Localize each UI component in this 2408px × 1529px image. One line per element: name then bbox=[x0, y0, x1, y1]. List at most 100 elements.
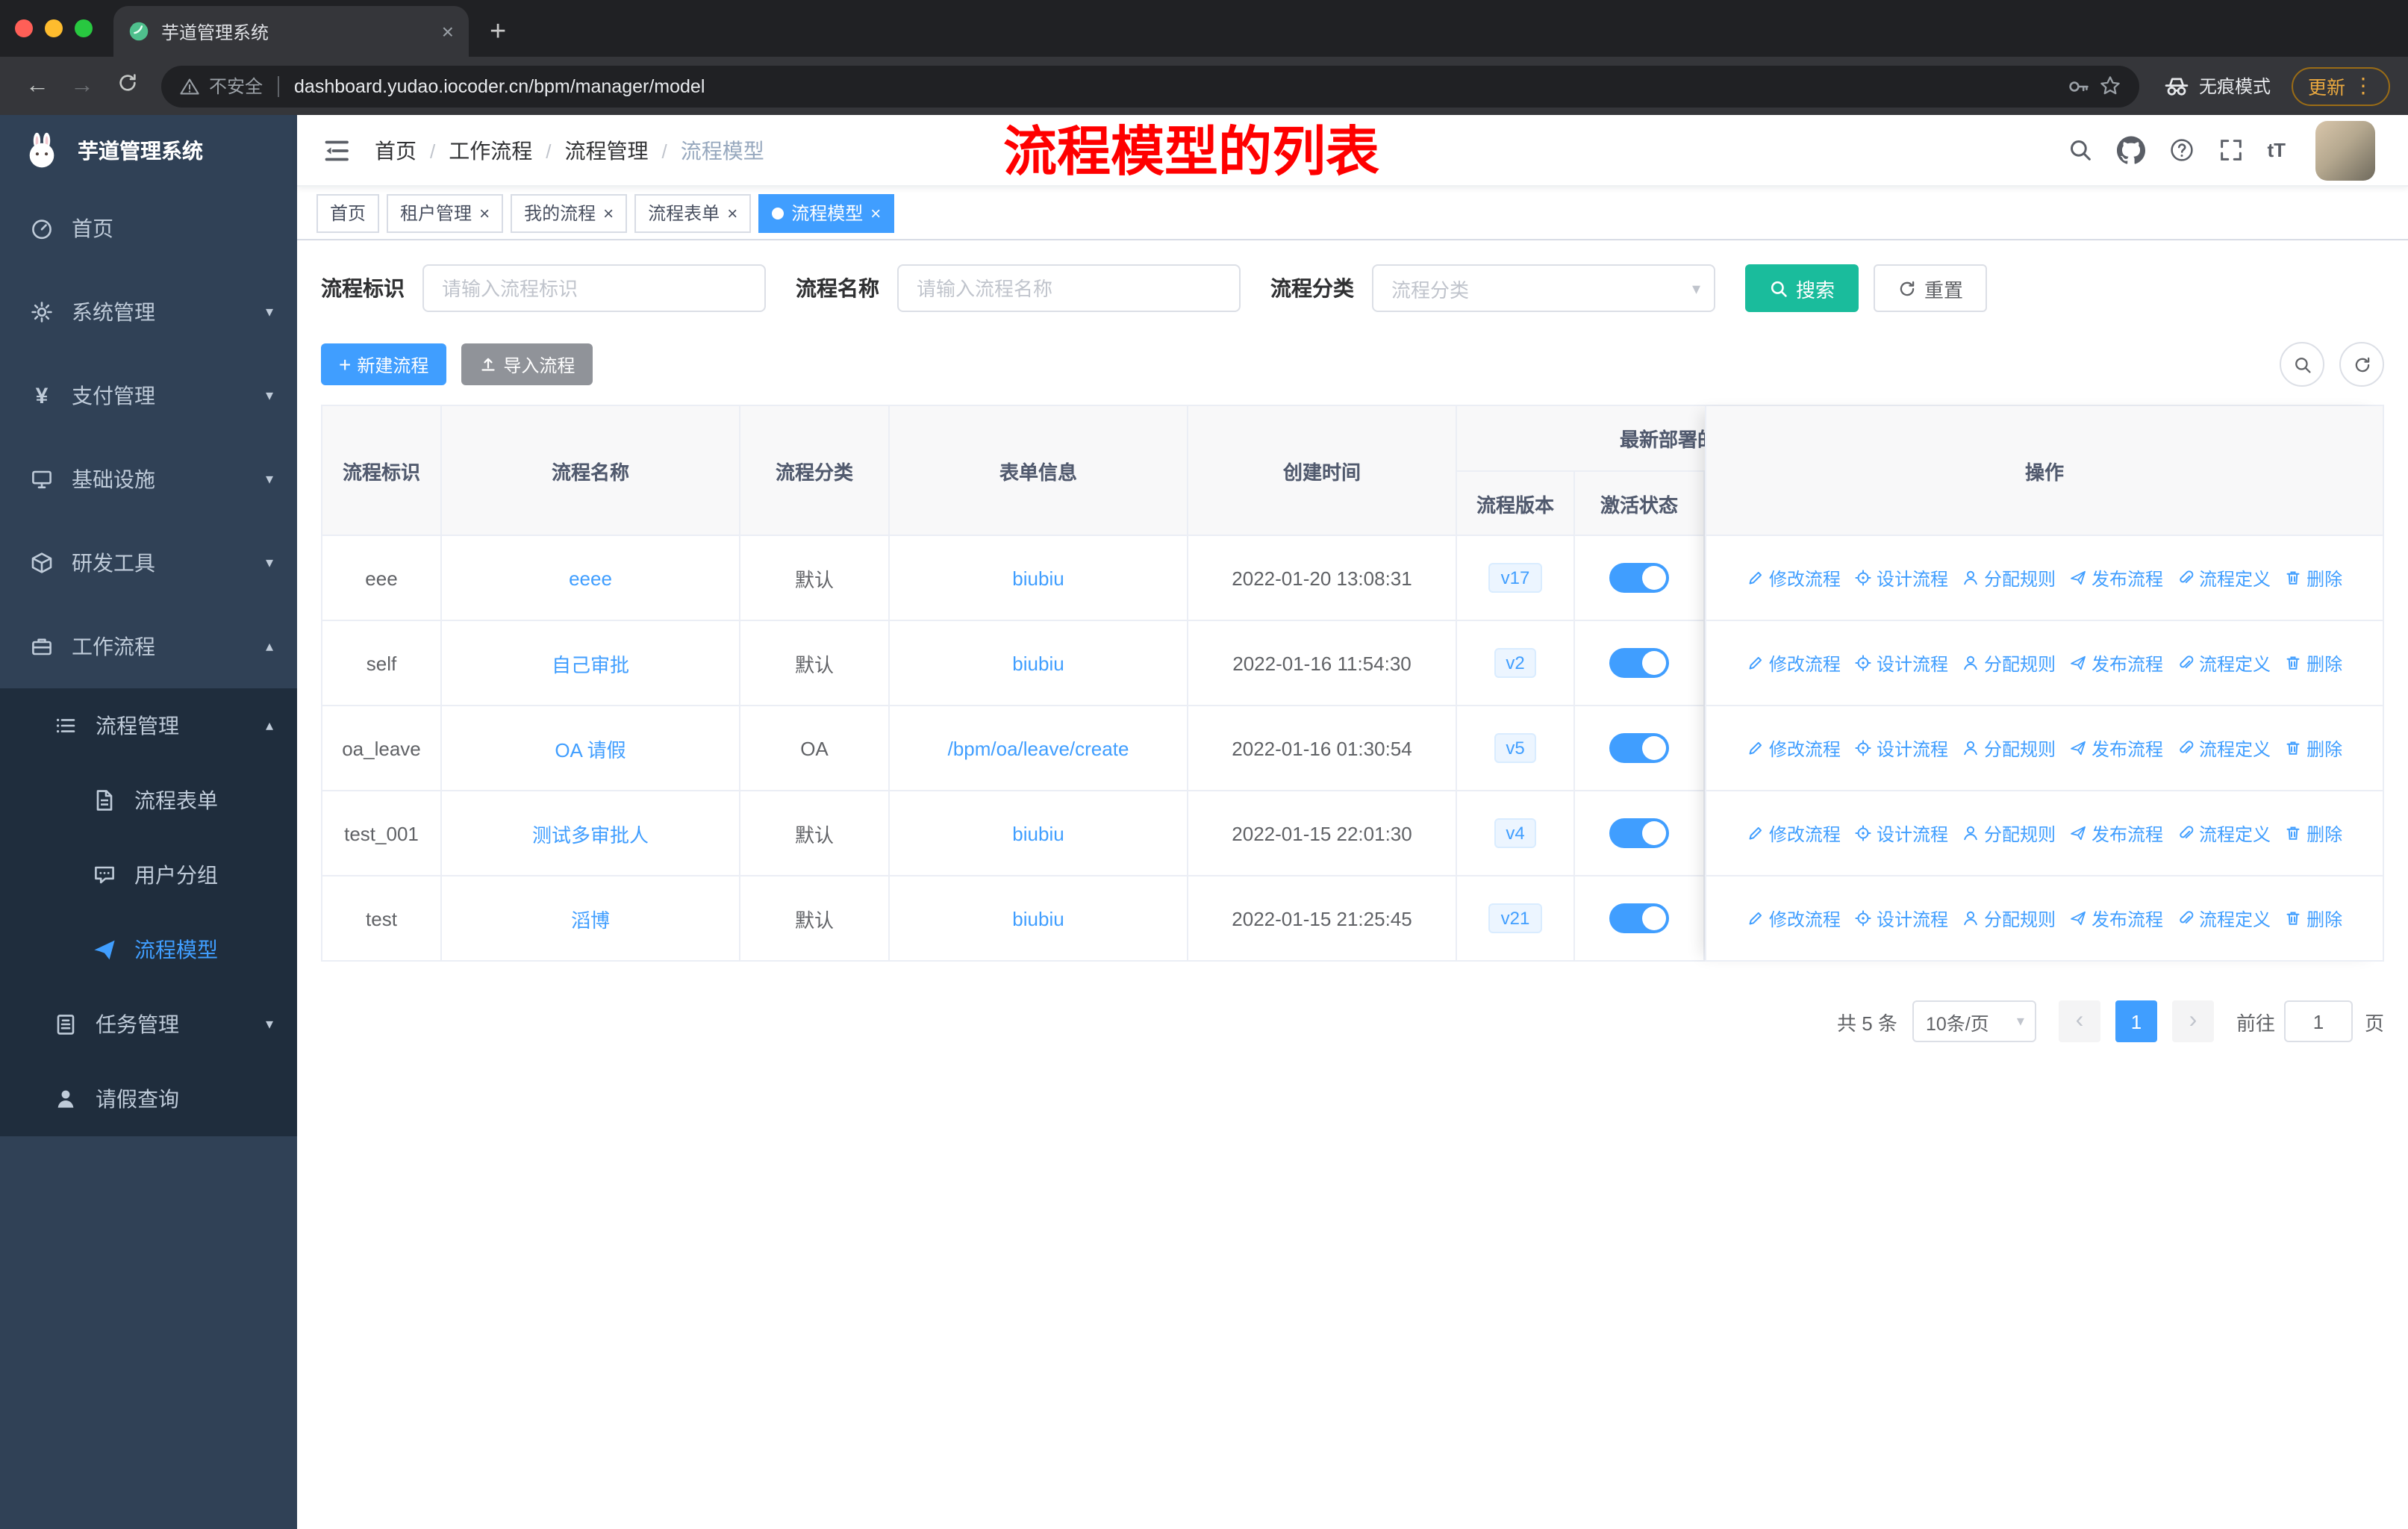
form-info-link[interactable]: biubiu bbox=[1012, 652, 1064, 674]
assign-rule-link[interactable]: 分配规则 bbox=[1962, 565, 2056, 591]
edit-process-link[interactable]: 修改流程 bbox=[1747, 565, 1841, 591]
sidebar-item-task-mgmt[interactable]: 任务管理 bbox=[0, 987, 297, 1062]
process-name-link[interactable]: 滔博 bbox=[571, 909, 610, 931]
page-number-button[interactable]: 1 bbox=[2115, 1000, 2157, 1042]
breadcrumb-workflow[interactable]: 工作流程 bbox=[449, 135, 532, 165]
reset-button[interactable]: 重置 bbox=[1874, 264, 1988, 312]
delete-link[interactable]: 删除 bbox=[2284, 820, 2342, 846]
tag-process-model[interactable]: 流程模型 bbox=[758, 193, 895, 232]
design-process-link[interactable]: 设计流程 bbox=[1854, 735, 1948, 761]
browser-tab[interactable]: 芋道管理系统 bbox=[113, 6, 469, 57]
publish-process-link[interactable]: 发布流程 bbox=[2069, 820, 2163, 846]
sidebar-item-user-group[interactable]: 用户分组 bbox=[0, 838, 297, 912]
active-toggle[interactable] bbox=[1609, 903, 1669, 933]
process-definition-link[interactable]: 流程定义 bbox=[2177, 820, 2271, 846]
reload-button[interactable] bbox=[107, 71, 146, 101]
search-button[interactable]: 搜索 bbox=[1745, 264, 1859, 312]
publish-process-link[interactable]: 发布流程 bbox=[2069, 565, 2163, 591]
publish-process-link[interactable]: 发布流程 bbox=[2069, 650, 2163, 676]
form-info-link[interactable]: biubiu bbox=[1012, 907, 1064, 929]
fullscreen-icon[interactable] bbox=[2218, 137, 2243, 163]
process-name-link[interactable]: eeee bbox=[569, 567, 612, 589]
sidebar-item-home[interactable]: 首页 bbox=[0, 187, 297, 270]
active-toggle[interactable] bbox=[1609, 563, 1669, 593]
search-icon[interactable] bbox=[2067, 137, 2092, 163]
forward-button[interactable] bbox=[63, 72, 102, 99]
github-icon[interactable] bbox=[2116, 136, 2145, 164]
close-icon[interactable] bbox=[603, 204, 614, 222]
active-toggle[interactable] bbox=[1609, 818, 1669, 848]
url-bar[interactable]: 不安全 dashboard.yudao.iocoder.cn/bpm/manag… bbox=[161, 65, 2139, 107]
tag-process-form[interactable]: 流程表单 bbox=[634, 193, 752, 232]
process-name-link[interactable]: OA 请假 bbox=[555, 738, 626, 761]
process-name-link[interactable]: 自己审批 bbox=[552, 653, 629, 676]
tag-my-process[interactable]: 我的流程 bbox=[511, 193, 628, 232]
window-close-button[interactable] bbox=[15, 19, 33, 37]
bookmark-star-icon[interactable] bbox=[2099, 75, 2121, 97]
help-icon[interactable] bbox=[2168, 137, 2194, 163]
form-info-link[interactable]: biubiu bbox=[1012, 567, 1064, 589]
breadcrumb-home[interactable]: 首页 bbox=[375, 135, 417, 165]
close-icon[interactable] bbox=[727, 204, 737, 222]
create-process-button[interactable]: 新建流程 bbox=[321, 343, 447, 385]
delete-link[interactable]: 删除 bbox=[2284, 906, 2342, 931]
tag-home[interactable]: 首页 bbox=[316, 193, 380, 232]
edit-process-link[interactable]: 修改流程 bbox=[1747, 735, 1841, 761]
publish-process-link[interactable]: 发布流程 bbox=[2069, 735, 2163, 761]
menu-dots-icon[interactable] bbox=[2353, 73, 2374, 99]
assign-rule-link[interactable]: 分配规则 bbox=[1962, 906, 2056, 931]
app-logo[interactable]: 芋道管理系统 bbox=[0, 115, 297, 187]
design-process-link[interactable]: 设计流程 bbox=[1854, 565, 1948, 591]
password-key-icon[interactable] bbox=[2066, 74, 2090, 98]
close-icon[interactable] bbox=[479, 204, 490, 222]
sidebar-item-system[interactable]: 系统管理 bbox=[0, 270, 297, 354]
process-definition-link[interactable]: 流程定义 bbox=[2177, 906, 2271, 931]
new-tab-button[interactable] bbox=[490, 18, 506, 46]
tab-close-icon[interactable] bbox=[442, 19, 454, 43]
sidebar-item-process-mgmt[interactable]: 流程管理 bbox=[0, 688, 297, 763]
delete-link[interactable]: 删除 bbox=[2284, 735, 2342, 761]
process-definition-link[interactable]: 流程定义 bbox=[2177, 650, 2271, 676]
sidebar-item-process-form[interactable]: 流程表单 bbox=[0, 763, 297, 838]
design-process-link[interactable]: 设计流程 bbox=[1854, 820, 1948, 846]
delete-link[interactable]: 删除 bbox=[2284, 565, 2342, 591]
edit-process-link[interactable]: 修改流程 bbox=[1747, 906, 1841, 931]
assign-rule-link[interactable]: 分配规则 bbox=[1962, 650, 2056, 676]
goto-page-input[interactable] bbox=[2283, 1000, 2353, 1042]
design-process-link[interactable]: 设计流程 bbox=[1854, 650, 1948, 676]
sidebar-item-leave-query[interactable]: 请假查询 bbox=[0, 1062, 297, 1136]
assign-rule-link[interactable]: 分配规则 bbox=[1962, 820, 2056, 846]
form-info-link[interactable]: biubiu bbox=[1012, 822, 1064, 844]
delete-link[interactable]: 删除 bbox=[2284, 650, 2342, 676]
sidebar-item-process-model[interactable]: 流程模型 bbox=[0, 912, 297, 987]
sidebar-item-payment[interactable]: 支付管理 bbox=[0, 354, 297, 437]
category-select[interactable]: 流程分类 bbox=[1372, 264, 1715, 312]
form-info-link[interactable]: /bpm/oa/leave/create bbox=[948, 737, 1129, 759]
edit-process-link[interactable]: 修改流程 bbox=[1747, 650, 1841, 676]
active-toggle[interactable] bbox=[1609, 648, 1669, 678]
breadcrumb-process-mgmt[interactable]: 流程管理 bbox=[565, 135, 649, 165]
import-process-button[interactable]: 导入流程 bbox=[461, 343, 593, 385]
process-key-input[interactable] bbox=[422, 264, 766, 312]
edit-process-link[interactable]: 修改流程 bbox=[1747, 820, 1841, 846]
font-size-icon[interactable] bbox=[2267, 139, 2286, 161]
hamburger-icon[interactable] bbox=[321, 135, 351, 165]
window-zoom-button[interactable] bbox=[75, 19, 93, 37]
sidebar-item-infra[interactable]: 基础设施 bbox=[0, 437, 297, 521]
next-page-button[interactable] bbox=[2171, 1000, 2214, 1042]
sidebar-item-devtools[interactable]: 研发工具 bbox=[0, 521, 297, 605]
refresh-table-button[interactable] bbox=[2339, 342, 2384, 387]
tag-tenant[interactable]: 租户管理 bbox=[387, 193, 504, 232]
prev-page-button[interactable] bbox=[2058, 1000, 2100, 1042]
design-process-link[interactable]: 设计流程 bbox=[1854, 906, 1948, 931]
page-size-select[interactable]: 10条/页 bbox=[1912, 1000, 2036, 1042]
publish-process-link[interactable]: 发布流程 bbox=[2069, 906, 2163, 931]
assign-rule-link[interactable]: 分配规则 bbox=[1962, 735, 2056, 761]
back-button[interactable] bbox=[18, 72, 57, 99]
toggle-search-button[interactable] bbox=[2280, 342, 2324, 387]
sidebar-item-workflow[interactable]: 工作流程 bbox=[0, 605, 297, 688]
window-minimize-button[interactable] bbox=[45, 19, 63, 37]
user-avatar[interactable] bbox=[2315, 120, 2375, 180]
active-toggle[interactable] bbox=[1609, 733, 1669, 763]
process-name-link[interactable]: 测试多审批人 bbox=[532, 823, 649, 846]
